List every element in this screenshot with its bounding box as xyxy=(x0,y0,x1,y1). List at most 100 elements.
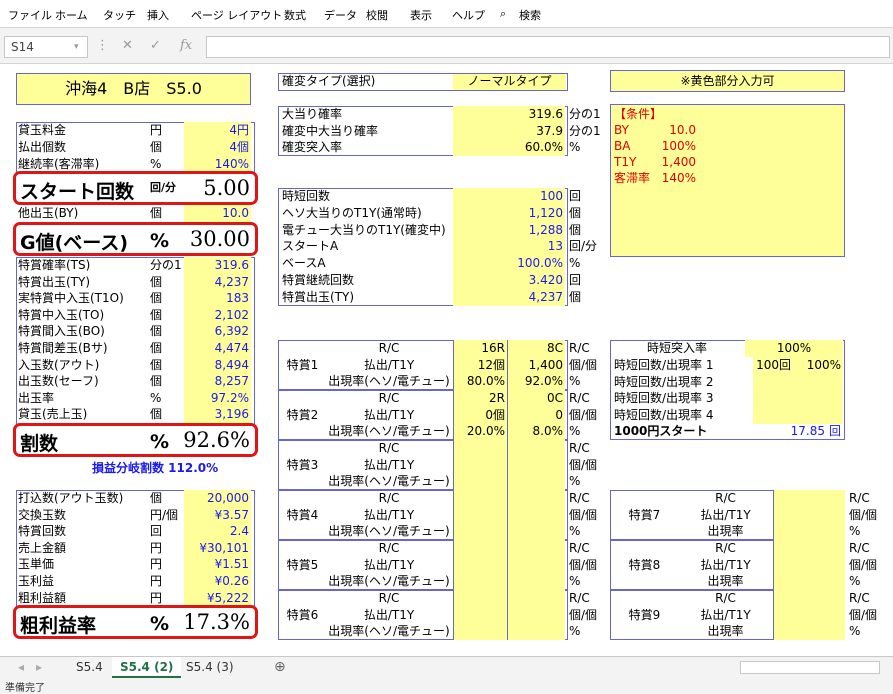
right-input-2-2[interactable] xyxy=(773,623,845,640)
left2-row-9-unit: 個 xyxy=(150,407,163,422)
menu-item-1[interactable]: ホーム xyxy=(55,7,88,23)
sheet-tab-2[interactable]: S5.4 (3) xyxy=(178,657,242,678)
right-unit-0-2: % xyxy=(849,524,861,538)
left2-row-4-unit: 個 xyxy=(150,324,163,339)
menu-item-2[interactable]: タッチ xyxy=(103,7,136,23)
tokushou-v2-2-1 xyxy=(507,456,565,474)
mid1-value-2: 60.0% xyxy=(453,139,565,156)
left2-row-5-label: 特賞間差玉(Bサ) xyxy=(18,341,108,355)
left3-row-2-unit: 回 xyxy=(150,524,163,539)
left1-row-0-unit: 円 xyxy=(150,123,163,137)
jitan-count-3 xyxy=(753,406,793,424)
jitan-count-1 xyxy=(753,373,793,391)
mid2-value-1: 1,120 xyxy=(453,204,565,222)
mid2-label-3: スタートA xyxy=(282,239,339,254)
formula-input[interactable] xyxy=(206,36,890,58)
add-sheet-icon[interactable]: ⊕ xyxy=(266,657,294,678)
tokushou-rowlabel-0-1: 払出/T1Y xyxy=(363,357,415,372)
jitan-label-3: 時短回数/出現率 4 xyxy=(614,407,714,422)
tokushou-v2-3-2 xyxy=(507,523,565,540)
tokushou-unit-0-1: 個/個 xyxy=(569,357,598,372)
tokushou-unit-5-2: % xyxy=(569,624,581,638)
jitan-label-2: 時短回数/出現率 3 xyxy=(614,391,714,405)
tokushou-v1-3-2 xyxy=(453,523,507,540)
right-input-1-1[interactable] xyxy=(773,556,845,574)
left2-row-8-label: 出玉率 xyxy=(18,390,55,405)
right-rowlabel-0-0: R/C xyxy=(715,491,736,505)
menu-item-4[interactable]: ページ レイアウト xyxy=(191,7,282,23)
tokushou-v2-5-2 xyxy=(507,623,565,640)
menu-item-7[interactable]: 校閲 xyxy=(366,7,388,23)
left2-row-6-unit: 個 xyxy=(150,357,163,372)
tokushou-v1-5-1 xyxy=(453,606,507,624)
left2-row-5-value: 4,474 xyxy=(184,340,251,357)
right-rowlabel-2-2: 出現率 xyxy=(707,624,744,638)
tokushou-v2-1-1: 0 xyxy=(507,406,565,424)
menu-item-0[interactable]: ファイル xyxy=(8,7,52,23)
left2-row-0-unit: 分の1 xyxy=(150,258,182,272)
tokushou-v1-0-0: 16R xyxy=(453,340,507,357)
left2-row-5-unit: 個 xyxy=(150,341,163,355)
tokushou-unit-1-2: % xyxy=(569,424,581,438)
sheet-tab-0[interactable]: S5.4 xyxy=(68,657,111,678)
tokushou-unit-3-0: R/C xyxy=(569,491,590,505)
scroll-right-icon[interactable]: ▸ xyxy=(28,657,50,678)
mid1-unit-0: 分の1 xyxy=(569,107,601,121)
tokushou-name-5: 特賞6 xyxy=(286,608,319,622)
tokushou-rowlabel-3-2: 出現率(ヘソ/電チュー) xyxy=(328,524,450,538)
right-input-2-0[interactable] xyxy=(773,590,845,607)
mid2-label-0: 時短回数 xyxy=(282,189,331,203)
sheet-tab-1[interactable]: S5.4 (2) xyxy=(112,657,182,678)
worksheet[interactable]: 沖海4 B店 S5.0 貸玉料金円 4円 払出個数個 4個 継続率(客滞率)% 140% スタ… xyxy=(0,64,893,656)
sheet-tabs-bar: ◂ ▸ ⊕ S5.4 S5.4 (2) S5.4 (3) xyxy=(0,656,893,678)
menu-item-10[interactable]: 検索 xyxy=(519,7,541,23)
tokushou-unit-4-1: 個/個 xyxy=(569,557,598,572)
left1-row-1-label: 払出個数 xyxy=(18,140,67,154)
mid2-unit-3: 回/分 xyxy=(569,239,598,254)
menu-item-5[interactable]: 数式 xyxy=(284,7,306,23)
horizontal-scrollbar[interactable] xyxy=(740,661,880,674)
tokushou-rowlabel-2-1: 払出/T1Y xyxy=(363,457,415,472)
left3-row-5-label: 玉利益 xyxy=(18,574,55,588)
right-input-2-1[interactable] xyxy=(773,606,845,624)
mid2-unit-4: % xyxy=(569,256,581,271)
mid2-unit-2: 個 xyxy=(569,222,582,237)
menu-item-6[interactable]: データ xyxy=(324,7,357,23)
enter-icon[interactable]: ✓ xyxy=(150,38,161,53)
tokushou-v1-3-1 xyxy=(453,506,507,524)
mid2-value-0: 100 xyxy=(453,188,565,205)
g-value-value: 30.00 xyxy=(189,227,250,251)
tokushou-v2-0-1: 1,400 xyxy=(507,356,565,374)
search-icon: ⌕ xyxy=(500,7,507,20)
bypass-value: 10.0 xyxy=(184,205,251,222)
right-input-1-0[interactable] xyxy=(773,540,845,557)
start-1000-unit: 回 xyxy=(829,424,842,438)
menu-item-9[interactable]: ヘルプ xyxy=(452,7,485,23)
mid2-label-4: ベースA xyxy=(282,256,326,271)
right-tokushou-name-2: 特賞9 xyxy=(628,608,661,622)
right-input-0-1[interactable] xyxy=(773,506,845,524)
left1-row-1-unit: 個 xyxy=(150,140,163,154)
cancel-icon[interactable]: ✕ xyxy=(122,38,133,53)
menu-item-8[interactable]: 表示 xyxy=(410,7,432,23)
tokushou-rowlabel-2-0: R/C xyxy=(378,441,400,455)
warisu-value: 92.6% xyxy=(183,428,250,452)
chevron-down-icon[interactable]: ▾ xyxy=(74,42,79,52)
right-input-0-0[interactable] xyxy=(773,490,845,507)
right-input-0-2[interactable] xyxy=(773,523,845,540)
jitan-count-2 xyxy=(753,390,793,407)
left2-row-4-label: 特賞間入玉(BO) xyxy=(18,324,105,339)
left2-row-0-value: 319.6 xyxy=(184,257,251,274)
mid2-value-4: 100.0% xyxy=(453,255,565,273)
function-icon[interactable]: fx xyxy=(180,38,192,53)
jitan-label-1: 時短回数/出現率 2 xyxy=(614,374,714,389)
right-input-1-2[interactable] xyxy=(773,573,845,590)
tokushou-unit-1-1: 個/個 xyxy=(569,407,598,422)
left3-row-3-value: ¥30,101 xyxy=(184,539,251,557)
left2-row-2-value: 183 xyxy=(184,290,251,308)
tokushou-unit-1-0: R/C xyxy=(569,391,590,405)
menu-item-3[interactable]: 挿入 xyxy=(147,7,169,23)
note-cell: ※黄色部分入力可 xyxy=(610,70,845,92)
mid2-label-2: 電チュー大当りのT1Y(確変中) xyxy=(282,222,446,237)
left2-row-9-label: 貸玉(売上玉) xyxy=(18,407,88,422)
